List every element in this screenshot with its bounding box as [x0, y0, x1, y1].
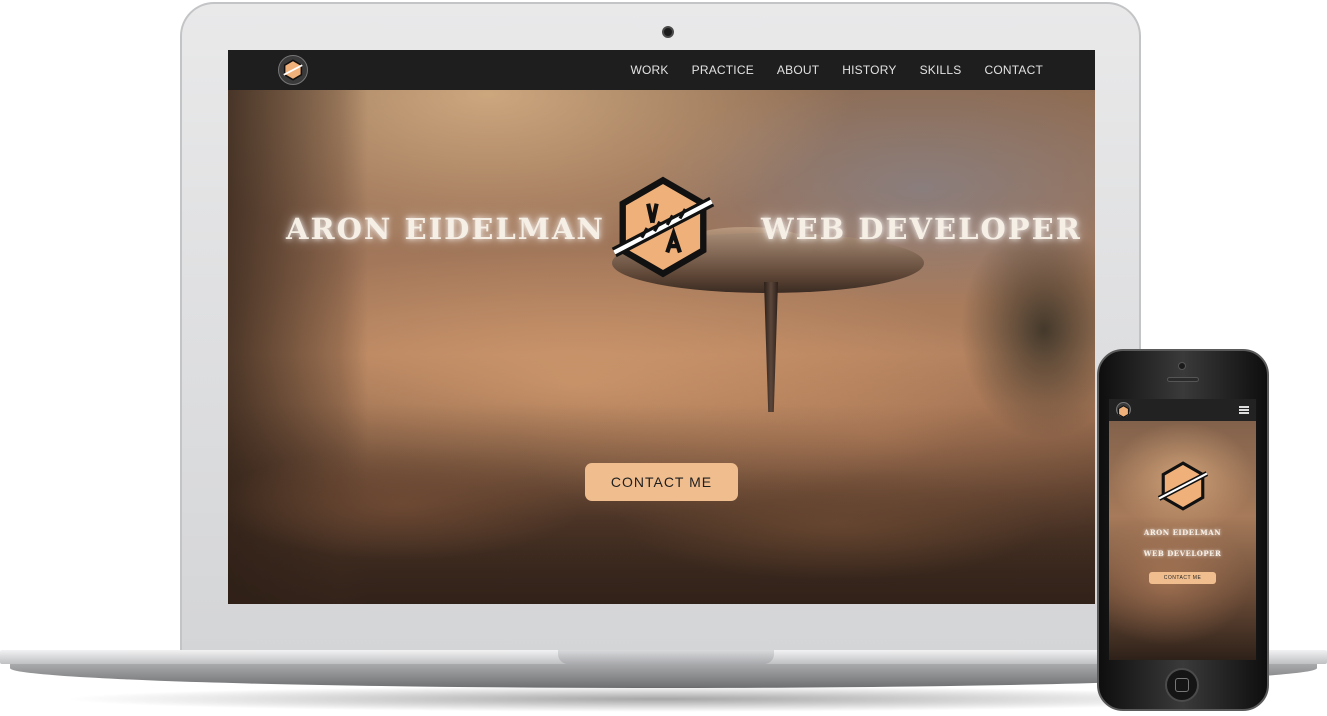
nav-links: WORK PRACTICE ABOUT HISTORY SKILLS CONTA… [631, 50, 1044, 90]
hero-name: ARON EIDELMAN [286, 212, 605, 246]
webcam [662, 26, 674, 38]
hexagon-logo-icon [611, 176, 715, 278]
phone-screen: ARON EIDELMAN WEB DEVELOPER CONTACT ME [1109, 399, 1256, 660]
background-clouds [228, 404, 1095, 604]
laptop-screen: WORK PRACTICE ABOUT HISTORY SKILLS CONTA… [228, 50, 1095, 604]
nav-link-work[interactable]: WORK [631, 63, 669, 77]
nav-link-about[interactable]: ABOUT [777, 63, 819, 77]
phone-hero-role: WEB DEVELOPER [1143, 549, 1222, 558]
nav-logo-link[interactable] [278, 55, 308, 85]
phone-contact-me-button[interactable]: CONTACT ME [1149, 572, 1216, 584]
hexagon-logo-icon [1157, 461, 1209, 511]
phone-nav-logo-link[interactable] [1116, 402, 1131, 418]
phone-speaker [1167, 377, 1199, 382]
top-navbar: WORK PRACTICE ABOUT HISTORY SKILLS CONTA… [228, 50, 1095, 90]
nav-link-contact[interactable]: CONTACT [984, 63, 1043, 77]
home-square-icon [1175, 678, 1189, 692]
nav-link-history[interactable]: HISTORY [842, 63, 896, 77]
contact-me-button[interactable]: CONTACT ME [585, 463, 738, 501]
phone-navbar [1109, 399, 1256, 421]
hamburger-menu-icon[interactable] [1239, 406, 1249, 414]
hero-role: WEB DEVELOPER [761, 212, 1082, 246]
hexagon-logo-icon [283, 59, 303, 81]
nav-link-skills[interactable]: SKILLS [920, 63, 962, 77]
phone-hero-name: ARON EIDELMAN [1143, 528, 1222, 537]
hexagon-logo-icon [1118, 405, 1129, 418]
laptop-base-notch [558, 650, 774, 664]
nav-link-practice[interactable]: PRACTICE [692, 63, 754, 77]
laptop-shadow [60, 686, 1260, 712]
phone-camera [1178, 362, 1186, 370]
